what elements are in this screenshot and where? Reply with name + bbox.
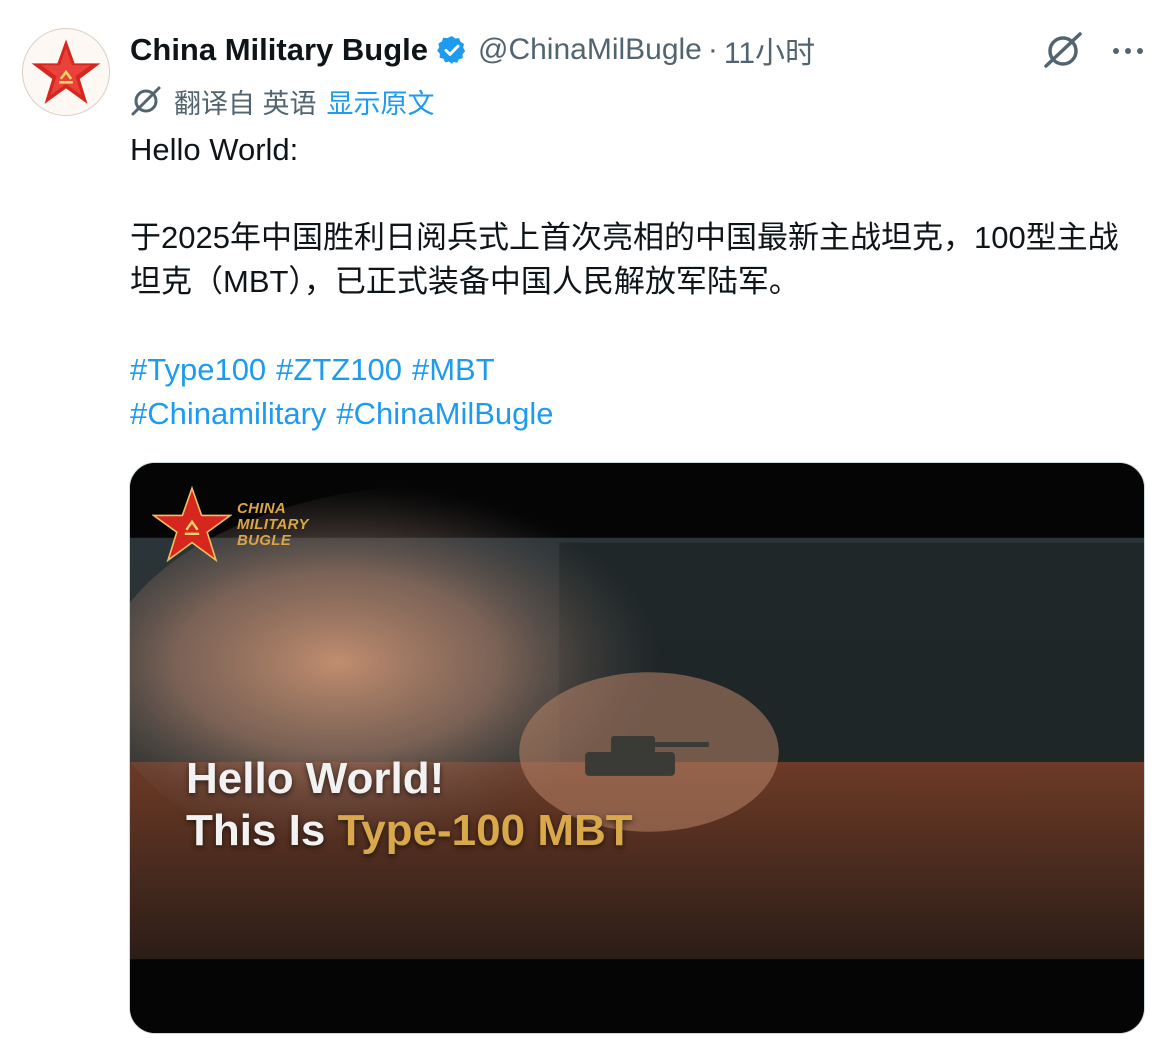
red-star-icon <box>31 39 101 104</box>
tweet-time[interactable]: 11小时 <box>724 28 815 72</box>
translation-row: 翻译自 英语 显示原文 <box>130 83 435 119</box>
red-star-icon <box>152 485 232 563</box>
hashtag-link[interactable]: #ChinaMilBugle <box>336 396 553 431</box>
brand-line: MILITARY <box>237 516 309 533</box>
hashtag-list: #Type100 #ZTZ100 #MBT #Chinamilitary #China… <box>130 348 1130 436</box>
caption-accent: Type-100 MBT <box>337 806 633 855</box>
hashtag-link[interactable]: #ZTZ100 <box>276 352 402 387</box>
tweet-text: Hello World: 于2025年中国胜利日阅兵式上首次亮相的中国最新主战坦… <box>130 128 1130 436</box>
hashtag-link[interactable]: #MBT <box>412 352 495 387</box>
tweet-header: China Military Bugle @ChinaMilBugle · 11… <box>130 26 815 74</box>
grok-icon <box>1044 32 1082 68</box>
media-star-logo <box>152 485 232 565</box>
separator: · <box>707 33 718 66</box>
tweet-body: 于2025年中国胜利日阅兵式上首次亮相的中国最新主战坦克，100型主战坦克（MB… <box>130 220 1119 299</box>
brand-line: CHINA <box>237 500 286 517</box>
caption-prefix: This Is <box>186 806 338 855</box>
show-original-link[interactable]: 显示原文 <box>327 82 435 121</box>
caption-line-1: Hello World! <box>186 754 445 803</box>
translate-icon <box>131 86 161 116</box>
more-icon-dot <box>1125 48 1131 54</box>
verified-badge-icon[interactable] <box>436 34 468 66</box>
hashtag-link[interactable]: #Type100 <box>130 352 266 387</box>
more-icon-dot <box>1113 48 1119 54</box>
tweet-media-video[interactable]: CHINA MILITARY BUGLE Hello World! This I… <box>129 462 1145 1034</box>
media-brand-text: CHINA MILITARY BUGLE <box>237 501 309 549</box>
author-handle[interactable]: @ChinaMilBugle <box>478 33 702 67</box>
media-caption: Hello World! This Is Type-100 MBT <box>186 753 633 857</box>
translated-from-label: 翻译自 英语 <box>174 88 317 119</box>
more-button[interactable] <box>1105 28 1151 74</box>
caption-line-2: This Is Type-100 MBT <box>186 805 633 857</box>
tweet-greeting: Hello World: <box>130 132 299 167</box>
author-avatar[interactable] <box>22 28 110 116</box>
hashtag-link[interactable]: #Chinamilitary <box>130 396 326 431</box>
grok-button[interactable] <box>1040 28 1086 74</box>
brand-line: BUGLE <box>237 532 291 549</box>
more-icon-dot <box>1137 48 1143 54</box>
author-display-name[interactable]: China Military Bugle <box>130 32 428 68</box>
